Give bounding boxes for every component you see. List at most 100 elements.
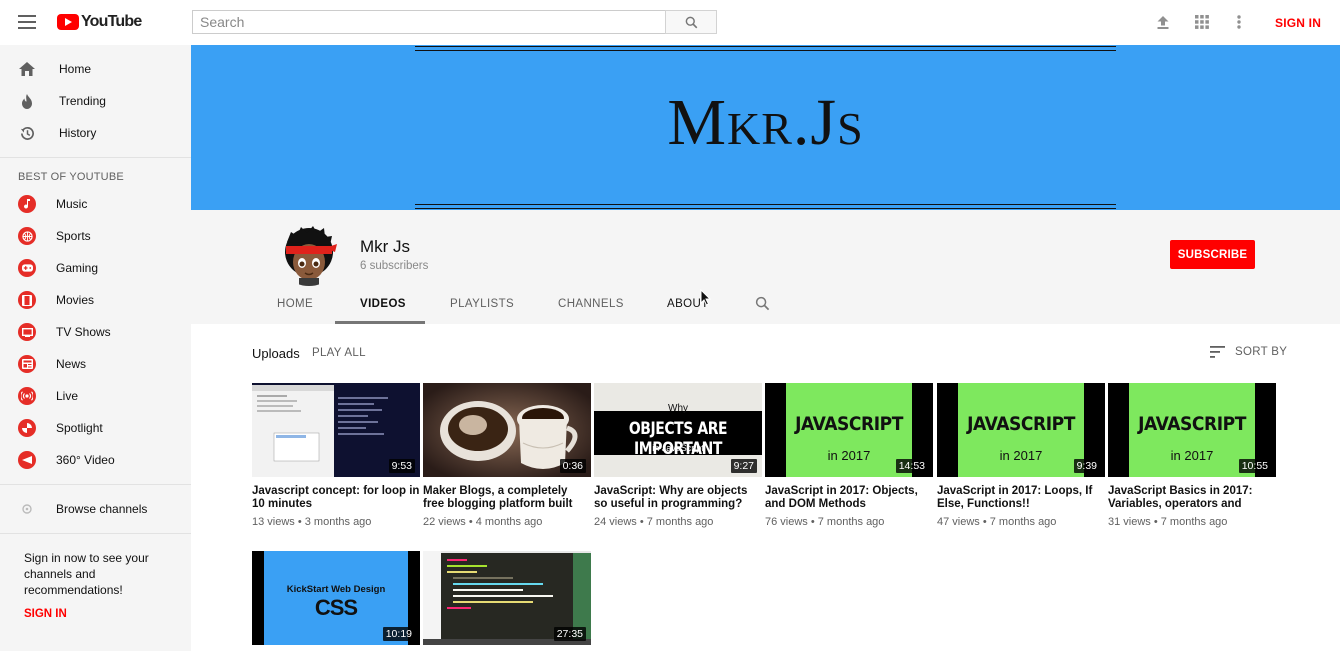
- video-card[interactable]: KickStart Web Design CSS 10:19: [252, 551, 420, 645]
- video-thumbnail[interactable]: JAVASCRIPT in 2017 10:55: [1108, 383, 1276, 477]
- video-title[interactable]: JavaScript in 2017: Loops, If Else, Func…: [937, 485, 1105, 510]
- tab-videos[interactable]: VIDEOS: [360, 298, 406, 310]
- video-card[interactable]: JAVASCRIPT in 2017 10:55 JavaScript Basi…: [1108, 383, 1276, 528]
- upload-icon[interactable]: [1154, 13, 1172, 31]
- subscriber-count: 6 subscribers: [360, 260, 429, 272]
- signin-prompt: Sign in now to see your channels and rec…: [24, 551, 149, 597]
- video-duration: 14:53: [895, 459, 928, 473]
- video-title[interactable]: JavaScript in 2017: Objects, and DOM Met…: [765, 485, 933, 510]
- logo-text: YouTube: [81, 13, 142, 30]
- video-duration: 0:36: [559, 459, 586, 473]
- apps-grid-icon[interactable]: [1193, 13, 1211, 31]
- video-meta: 31 views • 7 months ago: [1108, 516, 1228, 528]
- sidebar-item-history[interactable]: History: [0, 117, 191, 149]
- search-input[interactable]: [192, 10, 666, 34]
- 360-video-icon: [18, 451, 36, 469]
- sidebar-divider: [0, 484, 191, 485]
- video-thumbnail[interactable]: 0:36: [423, 383, 591, 477]
- sidebar-item-label: TV Shows: [56, 325, 111, 339]
- thumbnail-text-sub: in 2017: [999, 448, 1043, 463]
- sidebar-item-music[interactable]: Music: [0, 188, 191, 220]
- search-icon: [685, 16, 697, 28]
- sidebar-item-news[interactable]: News: [0, 348, 191, 380]
- video-card[interactable]: JAVASCRIPT in 2017 9:39 JavaScript in 20…: [937, 383, 1105, 528]
- channel-banner: Mkr.Js: [191, 45, 1340, 210]
- thumbnail-text-main: JAVASCRIPT: [967, 413, 1075, 435]
- video-title[interactable]: Javascript concept: for loop in 10 minut…: [252, 485, 420, 510]
- video-thumbnail[interactable]: JAVASCRIPT in 2017 9:39: [937, 383, 1105, 477]
- youtube-logo[interactable]: YouTube: [57, 13, 142, 31]
- sidebar-item-label: Home: [59, 62, 92, 76]
- thumbnail-text-main: CSS: [314, 595, 358, 620]
- video-meta: 22 views • 4 months ago: [423, 516, 543, 528]
- sidebar-item-home[interactable]: Home: [0, 53, 191, 85]
- thumbnail-text-main: JAVASCRIPT: [795, 413, 903, 435]
- video-card[interactable]: 9:53 Javascript concept: for loop in 10 …: [252, 383, 420, 528]
- tab-playlists[interactable]: PLAYLISTS: [450, 298, 514, 310]
- video-thumbnail[interactable]: KickStart Web Design CSS 10:19: [252, 551, 420, 645]
- browse-channels-icon: [18, 500, 36, 518]
- video-card[interactable]: Why OBJECTS ARE IMPORTANT in JavaScript …: [594, 383, 762, 528]
- video-meta: 76 views • 7 months ago: [765, 516, 885, 528]
- sidebar-signin-box: Sign in now to see your channels and rec…: [0, 542, 191, 620]
- video-thumbnail[interactable]: Why OBJECTS ARE IMPORTANT in JavaScript …: [594, 383, 762, 477]
- video-title[interactable]: JavaScript: Why are objects so useful in…: [594, 485, 762, 510]
- sidebar-item-tv-shows[interactable]: TV Shows: [0, 316, 191, 348]
- video-duration: 9:53: [388, 459, 415, 473]
- video-thumbnail[interactable]: JAVASCRIPT in 2017 14:53: [765, 383, 933, 477]
- active-tab-indicator: [335, 321, 425, 324]
- tab-home[interactable]: HOME: [277, 298, 313, 310]
- live-icon: [18, 387, 36, 405]
- sidebar-item-label: Sports: [56, 229, 91, 243]
- mouse-cursor-icon: [700, 289, 711, 306]
- sidebar-item-trending[interactable]: Trending: [0, 85, 191, 117]
- thumbnail-text-main: OBJECTS ARE IMPORTANT: [628, 419, 728, 459]
- channel-header: Mkr Js 6 subscribers SUBSCRIBE HOME VIDE…: [191, 210, 1340, 324]
- sidebar-item-gaming[interactable]: Gaming: [0, 252, 191, 284]
- tab-channels[interactable]: CHANNELS: [558, 298, 624, 310]
- video-title[interactable]: Maker Blogs, a completely free blogging …: [423, 485, 591, 510]
- video-title[interactable]: JavaScript Basics in 2017: Variables, op…: [1108, 485, 1276, 510]
- sign-in-button[interactable]: SIGN IN: [1275, 16, 1321, 30]
- video-thumbnail[interactable]: 27:35: [423, 551, 591, 645]
- video-duration: 10:55: [1238, 459, 1271, 473]
- channel-search-icon[interactable]: [755, 296, 771, 312]
- sidebar-item-movies[interactable]: Movies: [0, 284, 191, 316]
- subscribe-button[interactable]: SUBSCRIBE: [1170, 240, 1255, 269]
- sidebar-sign-in-link[interactable]: SIGN IN: [24, 608, 167, 620]
- video-duration: 9:39: [1073, 459, 1100, 473]
- sidebar-item-live[interactable]: Live: [0, 380, 191, 412]
- video-card[interactable]: 0:36 Maker Blogs, a completely free blog…: [423, 383, 591, 528]
- sidebar-item-browse-channels[interactable]: Browse channels: [0, 493, 191, 525]
- sort-icon: [1210, 346, 1225, 358]
- search-button[interactable]: [665, 10, 717, 34]
- banner-title: Mkr.Js: [667, 86, 864, 159]
- best-of-youtube-title: BEST OF YOUTUBE: [18, 171, 124, 183]
- trending-icon: [18, 92, 36, 110]
- menu-icon[interactable]: [18, 15, 36, 29]
- sidebar-divider: [0, 533, 191, 534]
- sidebar-item-sports[interactable]: Sports: [0, 220, 191, 252]
- more-options-icon[interactable]: [1230, 13, 1248, 31]
- video-card[interactable]: JAVASCRIPT in 2017 14:53 JavaScript in 2…: [765, 383, 933, 528]
- tv-icon: [18, 323, 36, 341]
- sidebar-item-360-video[interactable]: 360° Video: [0, 444, 191, 476]
- sidebar-item-label: Live: [56, 389, 79, 403]
- play-all-button[interactable]: PLAY ALL: [312, 347, 366, 359]
- sidebar-item-spotlight[interactable]: Spotlight: [0, 412, 191, 444]
- sort-by-button[interactable]: SORT BY: [1210, 346, 1287, 358]
- thumbnail-text-sub: in JavaScript: [652, 443, 704, 453]
- spotlight-icon: [18, 419, 36, 437]
- video-duration: 9:27: [730, 459, 757, 473]
- news-icon: [18, 355, 36, 373]
- sports-icon: [18, 227, 36, 245]
- sidebar-item-label: Gaming: [56, 261, 99, 275]
- video-card[interactable]: 27:35: [423, 551, 591, 645]
- sidebar-divider: [0, 157, 191, 158]
- video-thumbnail[interactable]: 9:53: [252, 383, 420, 477]
- youtube-play-icon: [57, 14, 79, 30]
- music-icon: [18, 195, 36, 213]
- banner-rule-bottom: [415, 204, 1116, 209]
- thumbnail-text-top: KickStart Web Design: [286, 584, 386, 595]
- channel-avatar[interactable]: [277, 222, 341, 286]
